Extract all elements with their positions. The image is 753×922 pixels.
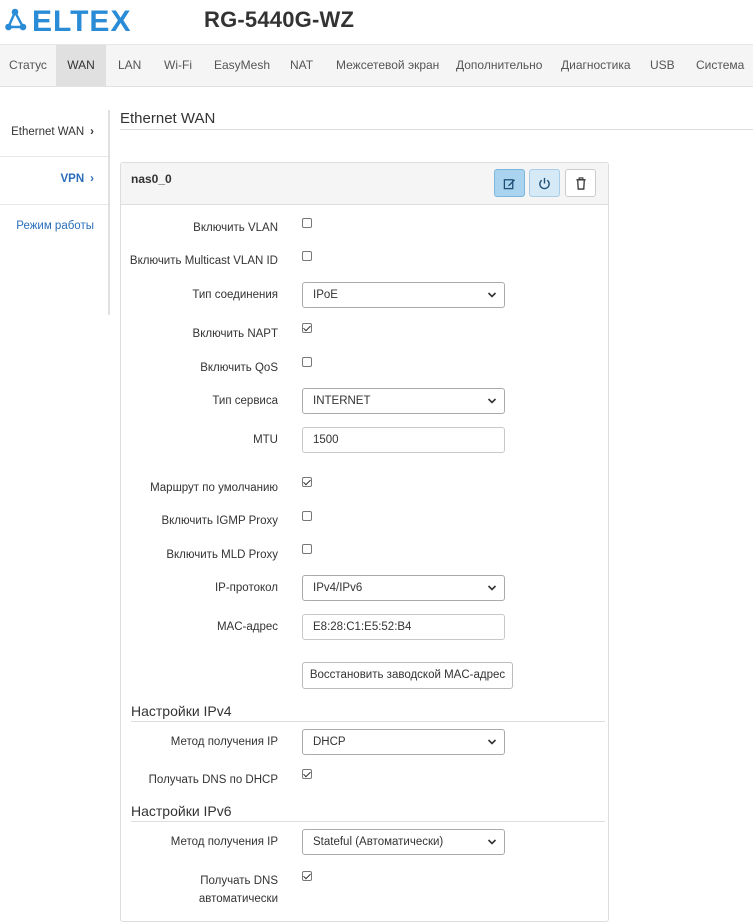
chevron-right-icon: › [90, 173, 94, 185]
mld-proxy-checkbox[interactable] [302, 544, 312, 554]
sidebar-item-label: VPN [60, 173, 85, 185]
mld-proxy-label: Включить MLD Proxy [166, 549, 278, 561]
ipv4-method-label: Метод получения IP [170, 736, 278, 748]
default-route-checkbox[interactable] [302, 477, 312, 487]
chevron-down-icon [487, 398, 497, 404]
delete-button[interactable] [565, 169, 596, 197]
power-button[interactable] [529, 169, 560, 197]
connection-type-label: Тип соединения [192, 289, 278, 301]
tab-nat[interactable]: NAT [281, 45, 322, 86]
sidebar: Ethernet WAN › VPN › Режим работы [0, 110, 110, 315]
service-type-value: INTERNET [313, 395, 371, 407]
svg-text:ELTEX: ELTEX [32, 5, 131, 38]
chevron-down-icon [487, 839, 497, 845]
chevron-right-icon: › [90, 126, 94, 138]
tab-wifi[interactable]: Wi-Fi [155, 45, 201, 86]
mtu-input[interactable]: 1500 [302, 427, 505, 453]
tab-status[interactable]: Статус [0, 45, 56, 86]
ipv6-method-label: Метод получения IP [170, 836, 278, 848]
section-title: Ethernet WAN [120, 110, 216, 127]
igmp-proxy-checkbox[interactable] [302, 511, 312, 521]
service-type-label: Тип сервиса [212, 395, 278, 407]
tab-lan[interactable]: LAN [109, 45, 150, 86]
sidebar-item-vpn[interactable]: VPN › [61, 173, 95, 185]
edit-icon [503, 178, 516, 189]
divider [120, 129, 753, 130]
enable-napt-label: Включить NAPT [192, 328, 278, 340]
enable-vlan-label: Включить VLAN [193, 222, 278, 234]
ipv6-dns-auto-label-line2: автоматически [198, 893, 278, 905]
enable-napt-checkbox[interactable] [302, 323, 312, 333]
tab-diagnostics[interactable]: Диагностика [552, 45, 640, 86]
divider [0, 204, 108, 205]
sidebar-item-label: Ethernet WAN [11, 126, 85, 138]
panel-title: nas0_0 [131, 172, 172, 186]
chevron-down-icon [487, 739, 497, 745]
ipv6-dns-auto-label-line1: Получать DNS [200, 875, 278, 887]
tab-firewall[interactable]: Межсетевой экран [327, 45, 448, 86]
panel-header: nas0_0 [121, 163, 608, 205]
ipv4-dns-dhcp-checkbox[interactable] [302, 769, 312, 779]
connection-type-select[interactable]: IPoE [302, 282, 505, 308]
restore-mac-button[interactable]: Восстановить заводской MAC-адрес [302, 662, 513, 689]
divider [0, 156, 108, 157]
ipv4-method-value: DHCP [313, 736, 346, 748]
tab-usb[interactable]: USB [641, 45, 684, 86]
ipv6-settings-title: Настройки IPv6 [131, 803, 232, 819]
divider [131, 821, 605, 822]
tab-wan[interactable]: WAN [56, 45, 106, 86]
ipv6-method-select[interactable]: Stateful (Автоматически) [302, 829, 505, 855]
sidebar-item-label: Режим работы [16, 220, 94, 232]
igmp-proxy-label: Включить IGMP Proxy [161, 515, 278, 527]
main-nav: Статус WAN LAN Wi-Fi EasyMesh NAT Межсет… [0, 44, 753, 87]
ip-protocol-value: IPv4/IPv6 [313, 582, 363, 594]
edit-button[interactable] [494, 169, 525, 197]
header: ELTEX RG-5440G-WZ [0, 0, 753, 44]
enable-qos-label: Включить QoS [200, 362, 278, 374]
ipv6-dns-auto-checkbox[interactable] [302, 871, 312, 881]
chevron-down-icon [487, 585, 497, 591]
enable-multicast-vlan-label: Включить Multicast VLAN ID [129, 255, 278, 267]
divider [131, 721, 605, 722]
mtu-label: MTU [253, 434, 278, 446]
ipv4-method-select[interactable]: DHCP [302, 729, 505, 755]
sidebar-item-operation-mode[interactable]: Режим работы [16, 220, 94, 232]
ip-protocol-select[interactable]: IPv4/IPv6 [302, 575, 505, 601]
mac-input[interactable]: E8:28:C1:E5:52:B4 [302, 614, 505, 640]
device-model: RG-5440G-WZ [204, 7, 355, 32]
enable-vlan-checkbox[interactable] [302, 218, 312, 228]
trash-icon [575, 176, 586, 190]
tab-easymesh[interactable]: EasyMesh [205, 45, 279, 86]
connection-type-value: IPoE [313, 289, 338, 301]
ipv6-dns-auto-label: Получать DNS автоматически [199, 872, 278, 908]
enable-qos-checkbox[interactable] [302, 357, 312, 367]
ipv4-dns-dhcp-label: Получать DNS по DHCP [148, 774, 278, 786]
service-type-select[interactable]: INTERNET [302, 388, 505, 414]
mac-label: MAC-адрес [216, 621, 278, 633]
eltex-logo: ELTEX [5, 5, 131, 38]
tab-advanced[interactable]: Дополнительно [447, 45, 551, 86]
ipv4-settings-title: Настройки IPv4 [131, 703, 232, 719]
default-route-label: Маршрут по умолчанию [150, 482, 278, 494]
sidebar-item-ethernet-wan[interactable]: Ethernet WAN › [11, 126, 94, 138]
power-icon [539, 177, 550, 189]
enable-multicast-vlan-checkbox[interactable] [302, 251, 312, 261]
tab-system[interactable]: Система [687, 45, 753, 86]
chevron-down-icon [487, 292, 497, 298]
ipv6-method-value: Stateful (Автоматически) [313, 836, 444, 848]
ip-protocol-label: IP-протокол [214, 582, 278, 594]
